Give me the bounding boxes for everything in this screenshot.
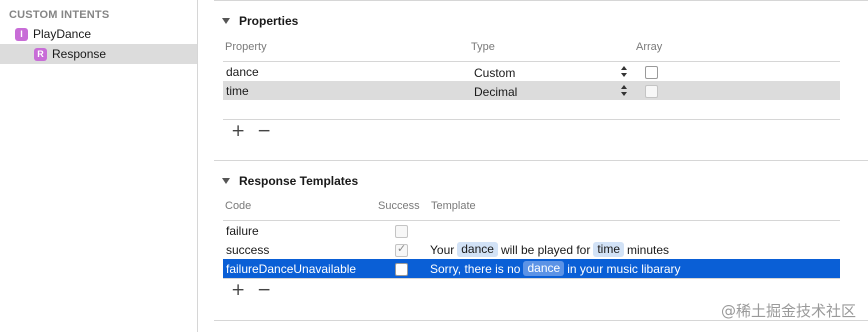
property-row[interactable]: time Decimal: [223, 81, 840, 100]
parameter-token[interactable]: time: [593, 242, 625, 257]
template-row[interactable]: success ✓ Your dance will be played for tim…: [223, 240, 840, 259]
divider: [223, 119, 840, 120]
success-checkbox[interactable]: [395, 263, 408, 276]
response-code[interactable]: failure: [226, 224, 259, 238]
column-header-type[interactable]: Type: [471, 41, 495, 53]
template-text[interactable]: Sorry, there is no dance in your music lib…: [430, 261, 681, 276]
response-code[interactable]: success: [226, 243, 269, 257]
remove-template-button[interactable]: −: [257, 282, 271, 299]
section-divider: [214, 160, 868, 161]
template-row[interactable]: failure: [223, 221, 840, 240]
array-checkbox[interactable]: [645, 85, 658, 98]
divider: [214, 0, 868, 1]
section-title: Properties: [239, 14, 299, 28]
intent-editor: Properties Property Type Array dance Cus…: [198, 0, 868, 332]
column-header-template[interactable]: Template: [431, 200, 476, 212]
intent-badge-icon: I: [15, 27, 28, 41]
column-header-code[interactable]: Code: [225, 200, 251, 212]
response-code[interactable]: failureDanceUnavailable: [226, 262, 356, 276]
watermark: @稀土掘金技术社区: [720, 302, 856, 320]
remove-property-button[interactable]: −: [257, 123, 271, 140]
disclosure-triangle-icon[interactable]: [222, 18, 230, 24]
add-template-button[interactable]: +: [231, 282, 245, 299]
column-header-array[interactable]: Array: [636, 41, 662, 53]
disclosure-triangle-icon[interactable]: [222, 178, 230, 184]
add-property-button[interactable]: +: [231, 123, 245, 140]
template-text[interactable]: Your dance will be played for time minutes: [430, 242, 669, 257]
success-checkbox[interactable]: ✓: [395, 243, 408, 257]
property-name[interactable]: dance: [226, 65, 259, 79]
response-badge-icon: R: [34, 47, 47, 61]
template-row-selected[interactable]: failureDanceUnavailable Sorry, there is …: [223, 259, 840, 278]
column-header-success[interactable]: Success: [378, 200, 420, 212]
property-type-select[interactable]: Custom: [474, 66, 515, 80]
sidebar-item-label: Response: [52, 47, 107, 61]
checkmark-icon: ✓: [397, 243, 407, 255]
sidebar-item-response[interactable]: R Response: [0, 44, 197, 64]
property-row[interactable]: dance Custom: [223, 62, 840, 81]
type-popup-arrows-icon[interactable]: [621, 85, 627, 96]
success-checkbox[interactable]: [395, 225, 408, 238]
parameter-token[interactable]: dance: [457, 242, 498, 257]
array-checkbox[interactable]: [645, 66, 658, 79]
section-title: Response Templates: [239, 174, 359, 188]
sidebar: CUSTOM INTENTS I PlayDance R Response: [0, 0, 198, 332]
column-header-property[interactable]: Property: [225, 41, 267, 53]
property-name[interactable]: time: [226, 84, 249, 98]
sidebar-header: CUSTOM INTENTS: [9, 9, 110, 21]
property-type-select[interactable]: Decimal: [474, 85, 517, 99]
sidebar-item-playdance[interactable]: I PlayDance: [0, 24, 197, 44]
template-fragment: Your: [430, 242, 455, 257]
template-fragment: in your music libarary: [567, 261, 681, 276]
properties-section-header[interactable]: Properties: [222, 14, 298, 28]
parameter-token[interactable]: dance: [523, 261, 565, 276]
template-fragment: will be played for: [500, 242, 591, 257]
template-fragment: Sorry, there is no: [430, 261, 521, 276]
response-templates-section-header[interactable]: Response Templates: [222, 174, 358, 188]
sidebar-item-label: PlayDance: [33, 27, 92, 41]
template-fragment: minutes: [627, 242, 670, 257]
divider: [223, 278, 840, 279]
type-popup-arrows-icon[interactable]: [621, 66, 627, 77]
